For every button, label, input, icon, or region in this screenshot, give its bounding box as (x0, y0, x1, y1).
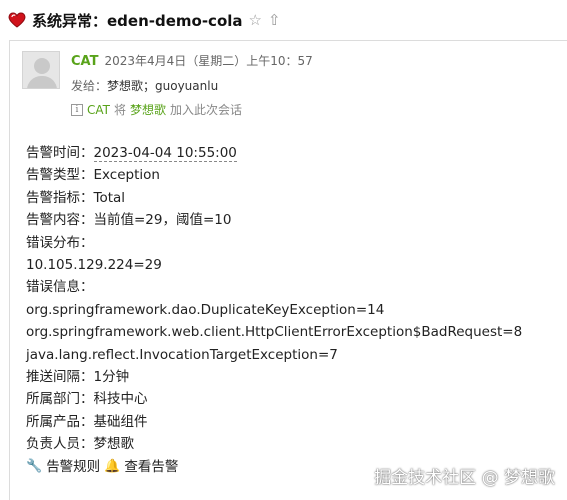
star-icon[interactable]: ☆ (249, 11, 262, 29)
product-line: 所属产品：基础组件 (26, 413, 148, 430)
department-line: 所属部门：科技中心 (26, 391, 148, 408)
error-distribution-value: 10.105.129.224=29 (26, 257, 162, 274)
add-to-conversation-link[interactable]: 加入此次会话 (170, 101, 242, 118)
watermark: 掘金技术社区 @ 梦想歌 (374, 468, 555, 488)
note-sender: CAT (87, 102, 110, 117)
conversation-note: i CAT 将 梦想歌 加入此次会话 (71, 101, 313, 118)
owner-line: 负责人员：梦想歌 (26, 436, 134, 453)
alert-rules-link[interactable]: 告警规则 (46, 456, 100, 478)
subject-bar: 系统异常：eden-demo-cola ☆ ⇧ (8, 8, 281, 32)
error-line: org.springframework.web.client.HttpClien… (26, 324, 523, 341)
push-interval-line: 推送间隔：1分钟 (26, 369, 130, 386)
recipients[interactable]: 梦想歌；guoyuanlu (107, 79, 218, 93)
info-icon: i (71, 103, 83, 116)
sent-time: 2023年4月4日（星期二）上午10：57 (104, 54, 313, 68)
alert-time-line: 告警时间：2023-04-04 10:55:00 (26, 142, 566, 164)
heart-icon (8, 12, 26, 28)
email-body: 告警时间：2023-04-04 10:55:00 告警类型：Exception … (26, 142, 566, 478)
alert-time-label: 告警时间： (26, 145, 94, 161)
sender-name[interactable]: CAT (71, 54, 98, 69)
alert-time-value[interactable]: 2023-04-04 10:55:00 (93, 145, 237, 162)
error-info-label: 错误信息： (26, 279, 94, 296)
view-alert-link[interactable]: 查看告警 (124, 456, 178, 478)
bell-icon: 🔔 (104, 458, 121, 474)
share-icon[interactable]: ⇧ (268, 11, 281, 29)
avatar[interactable] (22, 51, 60, 89)
wrench-icon: 🔧 (26, 458, 43, 474)
error-distribution-label: 错误分布： (26, 234, 94, 251)
error-line: java.lang.reflect.InvocationTargetExcept… (26, 346, 338, 363)
error-line: org.springframework.dao.DuplicateKeyExce… (26, 301, 385, 318)
alert-content-line: 告警内容：当前值=29，阈值=10 (26, 212, 232, 229)
alert-metric-line: 告警指标：Total (26, 189, 126, 206)
note-user-link[interactable]: 梦想歌 (130, 101, 166, 118)
email-meta: CAT 2023年4月4日（星期二）上午10：57 发给：梦想歌；guoyuan… (71, 52, 313, 118)
note-middle: 将 (114, 103, 127, 117)
email-subject: 系统异常：eden-demo-cola (32, 11, 243, 30)
recipients-label: 发给： (71, 79, 108, 93)
email-card: CAT 2023年4月4日（星期二）上午10：57 发给：梦想歌；guoyuan… (9, 40, 567, 500)
alert-type-line: 告警类型：Exception (26, 167, 160, 184)
